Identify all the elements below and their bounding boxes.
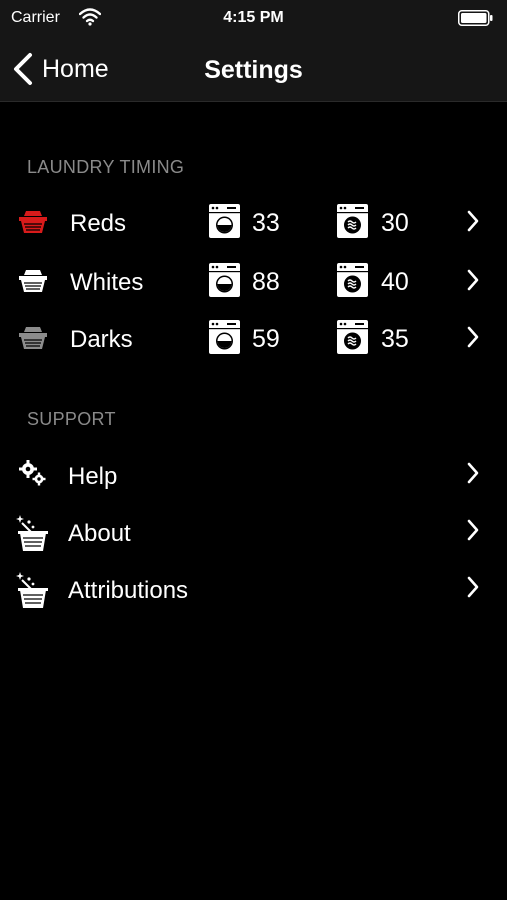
laundry-row-whites[interactable]: Whites 88 40 <box>0 257 507 309</box>
wash-time: 59 <box>252 325 280 353</box>
support-label: About <box>68 520 131 547</box>
chevron-right-icon <box>466 462 480 484</box>
status-bar: Carrier 4:15 PM <box>0 0 507 36</box>
red-basket-icon <box>19 211 47 233</box>
support-label: Help <box>68 463 118 490</box>
navigation-bar: Home Settings <box>0 36 507 102</box>
sparkle-basket-icon <box>16 513 50 553</box>
support-label: Attributions <box>68 577 189 604</box>
dry-time: 30 <box>381 209 409 237</box>
support-row-attributions[interactable]: Attributions <box>0 564 507 616</box>
chevron-right-icon <box>466 519 480 541</box>
section-header-support: SUPPORT <box>27 409 116 429</box>
gears-icon <box>19 460 46 486</box>
dark-basket-icon <box>19 327 47 349</box>
wash-time: 88 <box>252 268 280 296</box>
laundry-row-darks[interactable]: Darks 59 35 <box>0 314 507 366</box>
row-label: Whites <box>70 269 144 296</box>
white-basket-icon <box>19 270 47 292</box>
washer-icon <box>209 263 240 297</box>
chevron-right-icon <box>466 326 480 348</box>
laundry-row-reds[interactable]: Reds 33 30 <box>0 198 507 250</box>
wash-time: 33 <box>252 209 280 237</box>
section-header-laundry-timing: LAUNDRY TIMING <box>27 157 185 177</box>
support-row-about[interactable]: About <box>0 507 507 559</box>
dry-time: 35 <box>381 325 409 353</box>
chevron-right-icon <box>466 210 480 232</box>
dryer-icon <box>337 204 368 238</box>
page-title: Settings <box>204 56 303 84</box>
dryer-icon <box>337 263 368 297</box>
washer-icon <box>209 320 240 354</box>
chevron-right-icon <box>466 269 480 291</box>
dryer-icon <box>337 320 368 354</box>
sparkle-basket-icon <box>16 570 50 610</box>
chevron-right-icon <box>466 576 480 598</box>
support-row-help[interactable]: Help <box>0 450 507 502</box>
row-label: Darks <box>70 326 133 353</box>
dry-time: 40 <box>381 268 409 296</box>
washer-icon <box>209 204 240 238</box>
row-label: Reds <box>70 210 127 237</box>
battery-icon <box>458 10 493 26</box>
status-time: 4:15 PM <box>223 9 284 26</box>
